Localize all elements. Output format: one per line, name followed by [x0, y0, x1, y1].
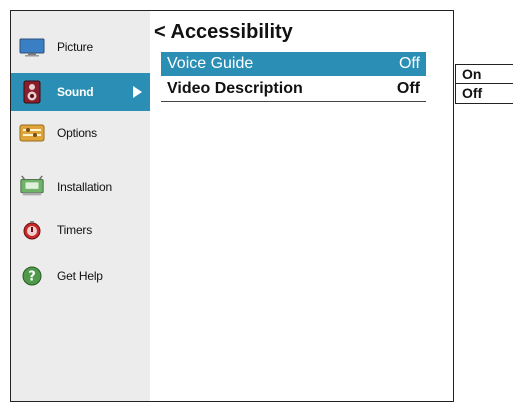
svg-text:?: ?	[28, 270, 36, 285]
setting-row-video-description[interactable]: Video Description Off	[161, 77, 426, 101]
sidebar-item-label: Options	[57, 126, 97, 140]
installation-icon	[19, 175, 45, 199]
sidebar-item-label: Sound	[57, 85, 94, 99]
sidebar-item-label: Get Help	[57, 269, 103, 283]
sidebar-item-sound[interactable]: Sound	[11, 73, 150, 111]
options-icon	[19, 121, 45, 145]
option-on[interactable]: On	[456, 65, 513, 84]
setting-label: Voice Guide	[167, 55, 254, 72]
sidebar-item-timers[interactable]: Timers	[11, 211, 150, 249]
sidebar-item-label: Installation	[57, 180, 112, 194]
setting-label: Video Description	[167, 80, 303, 97]
row-divider	[161, 101, 426, 102]
sidebar-item-label: Timers	[57, 223, 93, 237]
help-icon: ?	[19, 264, 45, 288]
picture-icon	[19, 35, 45, 59]
main-content: < Accessibility Voice Guide Off Video De…	[150, 11, 453, 401]
sidebar: Picture Sound Options Installation Timer…	[11, 11, 150, 401]
chevron-right-icon	[133, 86, 142, 98]
sidebar-item-installation[interactable]: Installation	[11, 168, 150, 206]
setting-row-voice-guide[interactable]: Voice Guide Off	[161, 52, 426, 76]
sidebar-item-label: Picture	[57, 40, 93, 54]
setting-value: Off	[398, 55, 420, 72]
speaker-icon	[19, 80, 45, 104]
page-title[interactable]: < Accessibility	[154, 21, 293, 44]
sidebar-item-get-help[interactable]: ? Get Help	[11, 257, 150, 295]
sidebar-item-options[interactable]: Options	[11, 114, 150, 152]
tv-menu-window: Picture Sound Options Installation Timer…	[10, 10, 454, 402]
timer-icon	[19, 218, 45, 242]
sidebar-item-picture[interactable]: Picture	[11, 28, 150, 66]
option-off[interactable]: Off	[456, 84, 513, 103]
setting-value: Off	[396, 80, 420, 97]
option-dropdown: On Off	[455, 64, 513, 104]
